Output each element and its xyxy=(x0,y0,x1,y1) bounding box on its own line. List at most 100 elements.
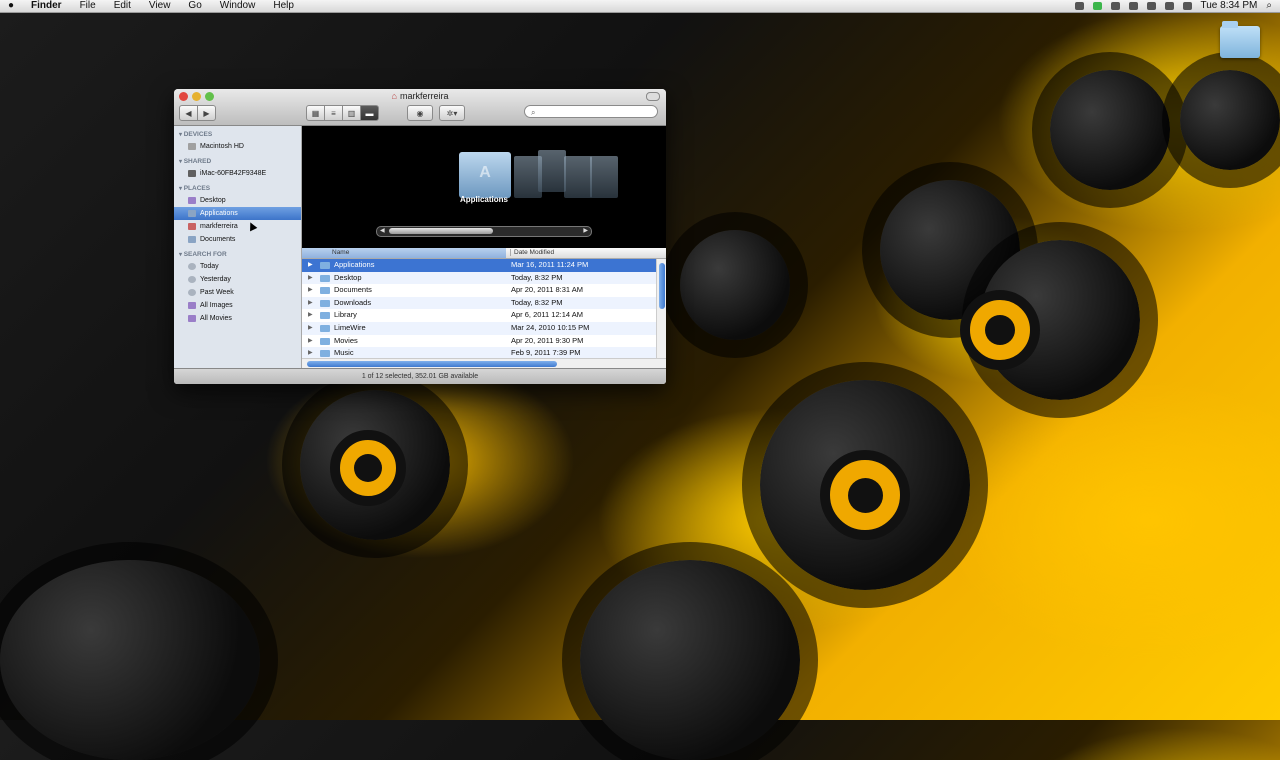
search-icon: ⌕ xyxy=(531,108,536,117)
sidebar-item-label: Past Week xyxy=(200,289,234,296)
list-item[interactable]: ▶ Downloads Today, 8:32 PM xyxy=(302,296,656,310)
apple-menu-icon[interactable]: ● xyxy=(0,0,22,12)
battery-icon[interactable] xyxy=(1182,2,1192,10)
sidebar-item-all-images[interactable]: All Images xyxy=(174,299,301,312)
menubar-clock[interactable]: Tue 8:34 PM xyxy=(1201,0,1258,12)
file-name: Downloads xyxy=(334,297,372,307)
sidebar-item-macintosh-hd[interactable]: Macintosh HD xyxy=(174,140,301,153)
toolbar-toggle-button[interactable] xyxy=(646,92,660,101)
status-bar: 1 of 12 selected, 352.01 GB available xyxy=(174,368,666,384)
cover-flow-label: Applications xyxy=(459,195,508,204)
list-view-button[interactable]: ≡ xyxy=(324,105,343,121)
sidebar-item-label: Applications xyxy=(200,210,238,217)
menu-finder[interactable]: Finder xyxy=(22,0,71,12)
cover-flow-view-button[interactable]: ▬ xyxy=(360,105,379,121)
folder-preview[interactable] xyxy=(538,150,566,192)
file-date: Apr 20, 2011 8:31 AM xyxy=(511,285,583,295)
main-pane: Applications ◀ ▶ Name Date Modified ▶App… xyxy=(302,126,666,369)
spotlight-icon[interactable]: ⌕ xyxy=(1266,0,1272,12)
horizontal-scroll-thumb[interactable] xyxy=(307,361,557,367)
smart-folder-icon xyxy=(188,315,196,322)
file-name: Movies xyxy=(334,335,358,345)
sidebar-item-yesterday[interactable]: Yesterday xyxy=(174,273,301,286)
icon-view-button[interactable]: ▦ xyxy=(306,105,325,121)
documents-icon xyxy=(188,236,196,243)
list-item[interactable]: ▶ Movies Apr 20, 2011 9:30 PM xyxy=(302,335,656,348)
menu-window[interactable]: Window xyxy=(211,0,265,12)
menu-help[interactable]: Help xyxy=(264,0,303,12)
sidebar-item-desktop[interactable]: Desktop xyxy=(174,194,301,207)
disclosure-triangle-icon[interactable]: ▶ xyxy=(308,259,313,272)
disclosure-triangle-icon[interactable]: ▶ xyxy=(308,322,313,335)
forward-button[interactable]: ▶ xyxy=(197,105,216,121)
list-item[interactable]: ▶ Desktop Today, 8:32 PM xyxy=(302,271,656,285)
file-name: Library xyxy=(334,310,357,320)
file-name: Music xyxy=(334,348,354,358)
menu-edit[interactable]: Edit xyxy=(105,0,140,12)
action-gear-button[interactable]: ✲▾ xyxy=(439,105,465,121)
sidebar-item-home[interactable]: markferreira xyxy=(174,220,301,233)
home-icon xyxy=(188,223,196,230)
imac-icon xyxy=(188,170,196,177)
smart-folder-icon xyxy=(188,302,196,309)
disclosure-triangle-icon[interactable]: ▶ xyxy=(308,297,313,310)
back-button[interactable]: ◀ xyxy=(179,105,198,121)
sidebar-item-label: markferreira xyxy=(200,223,238,230)
sidebar-item-today[interactable]: Today xyxy=(174,260,301,273)
hard-disk-icon xyxy=(188,143,196,150)
clock-icon xyxy=(188,263,196,270)
applications-folder-icon[interactable] xyxy=(459,152,511,198)
column-header-name[interactable]: Name xyxy=(332,249,349,256)
column-header-date-modified[interactable]: Date Modified xyxy=(510,249,554,256)
file-list: ▶ Applications Mar 16, 2011 11:24 PM ▶ Desk… xyxy=(302,259,656,358)
menu-view[interactable]: View xyxy=(140,0,180,12)
disclosure-triangle-icon[interactable]: ▶ xyxy=(308,309,313,322)
finder-window: ⌂markferreira ◀ ▶ ▦ ≡ ▥ ▬ ◉ ✲▾ ⌕ DEVICES… xyxy=(174,89,666,384)
list-item[interactable]: ▶ LimeWire Mar 24, 2010 10:15 PM xyxy=(302,321,656,335)
desktop-folder-icon[interactable] xyxy=(1220,21,1260,58)
scroll-right-icon[interactable]: ▶ xyxy=(583,227,588,236)
folder-preview[interactable] xyxy=(590,156,618,198)
sidebar-item-label: All Movies xyxy=(200,315,232,322)
column-view-button[interactable]: ▥ xyxy=(342,105,361,121)
vertical-scroll-thumb[interactable] xyxy=(659,263,665,309)
list-item[interactable]: ▶ Documents Apr 20, 2011 8:31 AM xyxy=(302,284,656,297)
vertical-scrollbar[interactable] xyxy=(656,259,666,358)
bluetooth-icon[interactable] xyxy=(1128,2,1138,10)
cover-flow-scroll-thumb[interactable] xyxy=(389,228,493,234)
folder-icon xyxy=(320,274,330,282)
menu-file[interactable]: File xyxy=(71,0,105,12)
disclosure-triangle-icon[interactable]: ▶ xyxy=(308,284,313,297)
sidebar-item-all-movies[interactable]: All Movies xyxy=(174,312,301,325)
disclosure-triangle-icon[interactable]: ▶ xyxy=(308,335,313,348)
window-title: markferreira xyxy=(399,91,449,101)
clock-icon xyxy=(188,276,196,283)
sidebar-section-search-for[interactable]: SEARCH FOR xyxy=(174,249,301,260)
time-machine-icon[interactable] xyxy=(1110,2,1120,10)
status-icon[interactable] xyxy=(1092,2,1102,10)
sidebar-item-imac[interactable]: iMac-60FB42F9348E xyxy=(174,167,301,180)
search-input[interactable]: ⌕ xyxy=(524,105,658,118)
cover-flow-scrollbar[interactable]: ◀ ▶ xyxy=(376,226,592,237)
list-item[interactable]: ▶ Applications Mar 16, 2011 11:24 PM xyxy=(302,259,656,272)
list-item[interactable]: ▶ Music Feb 9, 2011 7:39 PM xyxy=(302,347,656,358)
menu-go[interactable]: Go xyxy=(179,0,210,12)
window-titlebar[interactable]: ⌂ markferreira ◀ ▶ ▦ ≡ ▥ ▬ ◉ ✲▾ ⌕ xyxy=(174,89,666,126)
quick-look-button[interactable]: ◉ xyxy=(407,105,433,121)
wifi-icon[interactable] xyxy=(1146,2,1156,10)
sidebar-section-devices[interactable]: DEVICES xyxy=(174,129,301,140)
volume-icon[interactable] xyxy=(1164,2,1174,10)
sidebar-item-documents[interactable]: Documents xyxy=(174,233,301,246)
sidebar-item-applications[interactable]: Applications xyxy=(174,207,301,220)
sidebar-item-past-week[interactable]: Past Week xyxy=(174,286,301,299)
cover-flow[interactable]: Applications ◀ ▶ xyxy=(302,126,666,248)
disclosure-triangle-icon[interactable]: ▶ xyxy=(308,347,313,358)
screen-recorder-icon[interactable] xyxy=(1074,2,1084,10)
folder-preview[interactable] xyxy=(564,156,592,198)
sidebar-section-shared[interactable]: SHARED xyxy=(174,156,301,167)
disclosure-triangle-icon[interactable]: ▶ xyxy=(308,272,313,285)
scroll-left-icon[interactable]: ◀ xyxy=(380,227,385,236)
folder-icon xyxy=(320,299,330,307)
sidebar-section-places[interactable]: PLACES xyxy=(174,183,301,194)
list-item[interactable]: ▶ Library Apr 6, 2011 12:14 AM xyxy=(302,309,656,322)
